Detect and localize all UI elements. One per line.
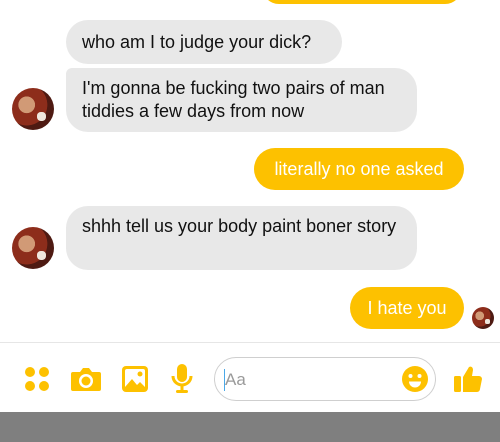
composer-bar: Aa [0,342,500,412]
camera-icon[interactable] [70,365,102,393]
message-bubble-incoming[interactable]: I'm gonna be fucking two pairs of man ti… [66,68,417,132]
gallery-icon[interactable] [121,365,149,393]
more-apps-icon[interactable] [24,366,50,392]
contact-avatar[interactable] [12,88,54,130]
message-bubble-incoming[interactable]: shhh tell us your body paint boner story [66,206,417,270]
message-text: literally no one asked [274,159,444,179]
emoji-icon[interactable] [401,365,429,393]
message-bubble-outgoing[interactable]: I hate you [350,287,464,329]
message-bubble-outgoing-cut[interactable] [262,0,462,4]
message-text: shhh tell us your body paint boner story [82,216,397,236]
conversation-area: who am I to judge your dick? I'm gonna b… [0,0,500,342]
message-bubble-incoming[interactable]: who am I to judge your dick? [66,20,342,64]
read-receipt-avatar [472,307,494,329]
message-text: I hate you [367,298,447,318]
microphone-icon[interactable] [171,363,193,395]
message-bubble-outgoing[interactable]: literally no one asked [254,148,464,190]
system-navigation-bar [0,412,500,442]
thumbs-up-icon[interactable] [453,364,483,394]
message-text: who am I to judge your dick? [82,32,312,52]
message-input[interactable]: Aa [214,357,436,401]
message-input-placeholder: Aa [225,370,246,389]
message-text: I'm gonna be fucking two pairs of man ti… [82,78,385,121]
contact-avatar[interactable] [12,227,54,269]
